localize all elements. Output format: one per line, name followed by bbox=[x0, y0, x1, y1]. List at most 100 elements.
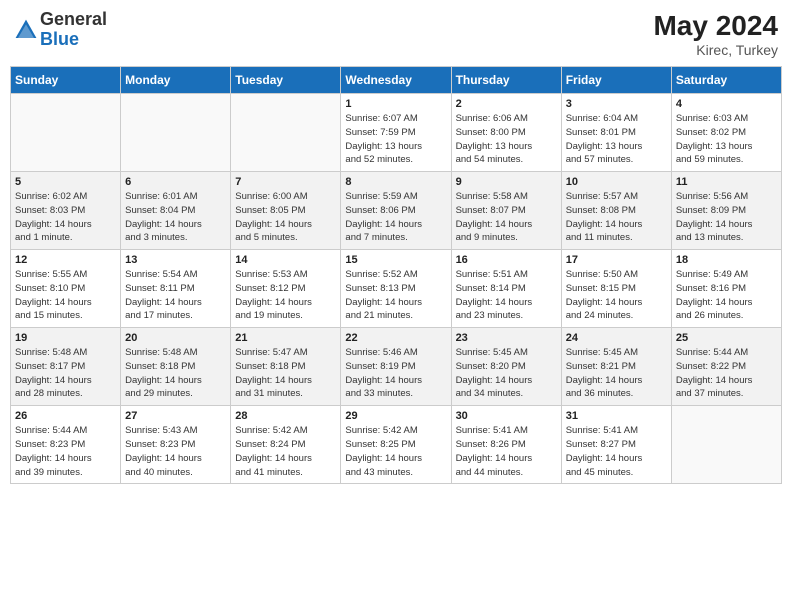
day-info-line: and 19 minutes. bbox=[235, 310, 303, 321]
calendar-day-cell: 3Sunrise: 6:04 AMSunset: 8:01 PMDaylight… bbox=[561, 94, 671, 172]
day-info-line: Sunrise: 6:01 AM bbox=[125, 191, 197, 202]
calendar-day-cell: 31Sunrise: 5:41 AMSunset: 8:27 PMDayligh… bbox=[561, 406, 671, 484]
day-info-line: and 15 minutes. bbox=[15, 310, 83, 321]
day-info-line: Sunset: 8:03 PM bbox=[15, 205, 85, 216]
weekday-header-row: SundayMondayTuesdayWednesdayThursdayFrid… bbox=[11, 67, 782, 94]
day-info-line: Sunset: 8:14 PM bbox=[456, 283, 526, 294]
day-info: Sunrise: 5:41 AMSunset: 8:26 PMDaylight:… bbox=[456, 424, 557, 479]
day-info: Sunrise: 5:49 AM Sunset: 8:16 PM Daylight:… bbox=[676, 268, 777, 323]
calendar-day-cell bbox=[231, 94, 341, 172]
day-info-line: and 44 minutes. bbox=[456, 467, 524, 478]
weekday-header-tuesday: Tuesday bbox=[231, 67, 341, 94]
day-info-line: and 3 minutes. bbox=[125, 232, 187, 243]
day-number: 15 bbox=[345, 254, 446, 266]
day-info-line: and 34 minutes. bbox=[456, 388, 524, 399]
calendar-day-cell: 26Sunrise: 5:44 AMSunset: 8:23 PMDayligh… bbox=[11, 406, 121, 484]
day-info-line: Sunset: 7:59 PM bbox=[345, 127, 415, 138]
day-info-line: and 39 minutes. bbox=[15, 467, 83, 478]
day-info-line: Daylight: 14 hours bbox=[566, 297, 643, 308]
day-info-line: Sunset: 8:26 PM bbox=[456, 439, 526, 450]
day-info-line: Daylight: 14 hours bbox=[566, 375, 643, 386]
day-number: 18 bbox=[676, 254, 777, 266]
day-info-line: Sunset: 8:16 PM bbox=[676, 283, 746, 294]
calendar-day-cell bbox=[121, 94, 231, 172]
day-number: 17 bbox=[566, 254, 667, 266]
day-info-line: and 13 minutes. bbox=[676, 232, 744, 243]
day-info: Sunrise: 5:57 AMSunset: 8:08 PMDaylight:… bbox=[566, 190, 667, 245]
day-info-line: and 17 minutes. bbox=[125, 310, 193, 321]
calendar-day-cell: 5Sunrise: 6:02 AMSunset: 8:03 PMDaylight… bbox=[11, 172, 121, 250]
day-info-line: Sunrise: 5:49 AM bbox=[676, 269, 748, 280]
day-info-line: and 43 minutes. bbox=[345, 467, 413, 478]
calendar-day-cell: 30 Sunrise: 5:41 AMSunset: 8:26 PMDayligh… bbox=[451, 406, 561, 484]
weekday-header-thursday: Thursday bbox=[451, 67, 561, 94]
day-info: Sunrise: 5:47 AMSunset: 8:18 PMDaylight:… bbox=[235, 346, 336, 401]
day-info: Sunrise: 6:03 AMSunset: 8:02 PMDaylight:… bbox=[676, 112, 777, 167]
day-info-line: Sunset: 8:05 PM bbox=[235, 205, 305, 216]
calendar-day-cell: 18 Sunrise: 5:49 AM Sunset: 8:16 PM Dayligh… bbox=[671, 250, 781, 328]
day-info: Sunrise: 5:59 AMSunset: 8:06 PMDaylight:… bbox=[345, 190, 446, 245]
day-info-line: Daylight: 14 hours bbox=[676, 375, 753, 386]
logo-blue: Blue bbox=[40, 30, 107, 50]
day-info-line: Sunset: 8:19 PM bbox=[345, 361, 415, 372]
calendar-day-cell: 4Sunrise: 6:03 AMSunset: 8:02 PMDaylight… bbox=[671, 94, 781, 172]
calendar-day-cell: 23Sunrise: 5:45 AMSunset: 8:20 PMDayligh… bbox=[451, 328, 561, 406]
day-number: 9 bbox=[456, 176, 557, 188]
day-info-line: Sunrise: 5:54 AM bbox=[125, 269, 197, 280]
day-number: 1 bbox=[345, 98, 446, 110]
day-info-line: and 40 minutes. bbox=[125, 467, 193, 478]
day-info-line: Sunset: 8:23 PM bbox=[15, 439, 85, 450]
day-info-line: Sunset: 8:24 PM bbox=[235, 439, 305, 450]
day-info-line: Sunrise: 5:50 AM bbox=[566, 269, 638, 280]
day-info-line: and 7 minutes. bbox=[345, 232, 407, 243]
calendar-day-cell: 8Sunrise: 5:59 AMSunset: 8:06 PMDaylight… bbox=[341, 172, 451, 250]
day-info-line: Daylight: 14 hours bbox=[235, 219, 312, 230]
day-info-line: Sunset: 8:00 PM bbox=[456, 127, 526, 138]
day-info-line: Sunrise: 5:44 AM bbox=[15, 425, 87, 436]
day-info-line: Sunrise: 5:47 AM bbox=[235, 347, 307, 358]
day-info-line: and 45 minutes. bbox=[566, 467, 634, 478]
day-number: 12 bbox=[15, 254, 116, 266]
day-info-line: Sunset: 8:08 PM bbox=[566, 205, 636, 216]
calendar-day-cell bbox=[11, 94, 121, 172]
calendar-day-cell: 11Sunrise: 5:56 AMSunset: 8:09 PMDayligh… bbox=[671, 172, 781, 250]
day-number: 13 bbox=[125, 254, 226, 266]
day-info-line: Daylight: 13 hours bbox=[566, 141, 643, 152]
day-info: Sunrise: 5:58 AMSunset: 8:07 PMDaylight:… bbox=[456, 190, 557, 245]
calendar-table: SundayMondayTuesdayWednesdayThursdayFrid… bbox=[10, 66, 782, 484]
day-info: Sunrise: 5:48 AMSunset: 8:18 PMDaylight:… bbox=[125, 346, 226, 401]
day-info-line: and 36 minutes. bbox=[566, 388, 634, 399]
day-info-line: Daylight: 13 hours bbox=[676, 141, 753, 152]
day-number: 24 bbox=[566, 332, 667, 344]
calendar-day-cell: 25Sunrise: 5:44 AMSunset: 8:22 PMDayligh… bbox=[671, 328, 781, 406]
day-info: Sunrise: 5:45 AMSunset: 8:20 PMDaylight:… bbox=[456, 346, 557, 401]
logo: General Blue bbox=[14, 10, 107, 50]
calendar-day-cell: 7Sunrise: 6:00 AMSunset: 8:05 PMDaylight… bbox=[231, 172, 341, 250]
day-info-line: Daylight: 14 hours bbox=[235, 453, 312, 464]
day-info-line: Sunset: 8:11 PM bbox=[125, 283, 195, 294]
day-info-line: and 33 minutes. bbox=[345, 388, 413, 399]
day-info: Sunrise: 5:41 AMSunset: 8:27 PMDaylight:… bbox=[566, 424, 667, 479]
day-info-line: and 31 minutes. bbox=[235, 388, 303, 399]
calendar-day-cell: 29Sunrise: 5:42 AMSunset: 8:25 PMDayligh… bbox=[341, 406, 451, 484]
day-number: 19 bbox=[15, 332, 116, 344]
day-info-line: Sunrise: 5:42 AM bbox=[345, 425, 417, 436]
calendar-day-cell: 12Sunrise: 5:55 AMSunset: 8:10 PMDayligh… bbox=[11, 250, 121, 328]
location: Kirec, Turkey bbox=[653, 42, 778, 58]
day-info-line: Sunrise: 5:45 AM bbox=[456, 347, 528, 358]
day-info-line: and 52 minutes. bbox=[345, 154, 413, 165]
day-info-line: and 41 minutes. bbox=[235, 467, 303, 478]
day-info-line: and 21 minutes. bbox=[345, 310, 413, 321]
day-number: 26 bbox=[15, 410, 116, 422]
day-info-line: Sunset: 8:07 PM bbox=[456, 205, 526, 216]
day-info-line: Sunrise: 6:03 AM bbox=[676, 113, 748, 124]
day-info-line: Sunrise: 6:04 AM bbox=[566, 113, 638, 124]
page-header: General Blue May 2024 Kirec, Turkey bbox=[10, 10, 782, 58]
day-info-line: Daylight: 14 hours bbox=[566, 453, 643, 464]
day-info-line: Daylight: 14 hours bbox=[125, 297, 202, 308]
month-year: May 2024 bbox=[653, 10, 778, 42]
day-number: 30 bbox=[456, 410, 557, 422]
day-number: 22 bbox=[345, 332, 446, 344]
day-info-line: Daylight: 14 hours bbox=[15, 375, 92, 386]
day-info-line: Daylight: 14 hours bbox=[676, 297, 753, 308]
